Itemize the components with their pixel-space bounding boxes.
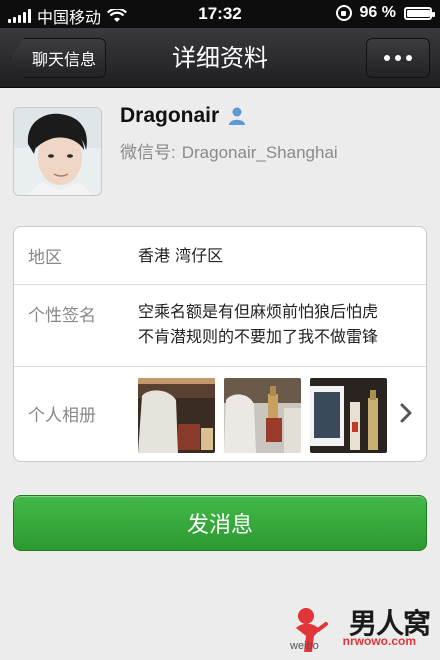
wechat-id-label: 微信号: [120,143,176,162]
region-value: 香港 湾仔区 [138,246,224,265]
album-photo[interactable] [310,378,387,453]
profile-info-card: 地区 香港 湾仔区 个性签名 空乘名额是有但麻烦前怕狼后怕虎 不肯潜规则的不要加… [13,226,427,462]
signature-value: 空乘名额是有但麻烦前怕狼后怕虎 不肯潜规则的不要加了我不做雷锋 [138,299,410,349]
watermark-weibo: weibo [290,640,319,652]
status-right: 96 % [335,4,435,22]
album-photo[interactable] [138,378,215,453]
profile-name-row: Dragonair [120,104,247,128]
wechat-id-row: 微信号: Dragonair_Shanghai [120,138,338,163]
avatar-photo [14,108,101,195]
send-message-button[interactable]: 发消息 [13,495,427,551]
signature-row: 个性签名 空乘名额是有但麻烦前怕狼后怕虎 不肯潜规则的不要加了我不做雷锋 [14,285,426,367]
album-photo[interactable] [224,378,301,453]
region-row: 地区 香港 湾仔区 [14,227,426,285]
male-gender-icon [227,106,247,126]
more-dot-icon [406,55,412,61]
status-bar: 中国移动 17:32 96 % [0,0,440,28]
album-label: 个人相册 [28,406,96,426]
battery-fill [407,9,431,17]
wechat-id-value: Dragonair_Shanghai [181,143,338,162]
battery-percent: 96 % [359,4,396,21]
battery-icon [404,6,435,20]
signature-line: 空乘名额是有但麻烦前怕狼后怕虎 [138,302,379,321]
watermark-site: nrwowo.com [342,634,416,648]
chevron-right-icon [400,403,412,423]
more-options-button[interactable] [366,38,430,78]
signature-label: 个性签名 [28,306,96,326]
avatar[interactable] [13,107,102,196]
navigation-bar: 聊天信息 详细资料 [0,28,440,88]
album-photos [138,378,387,453]
more-dot-icon [384,55,390,61]
album-row[interactable]: 个人相册 [14,367,426,463]
signature-line: 不肯潜规则的不要加了我不做雷锋 [138,327,379,346]
region-label: 地区 [28,248,62,268]
rotation-lock-icon [335,5,352,21]
more-dot-icon [395,55,401,61]
profile-name: Dragonair [120,104,220,127]
